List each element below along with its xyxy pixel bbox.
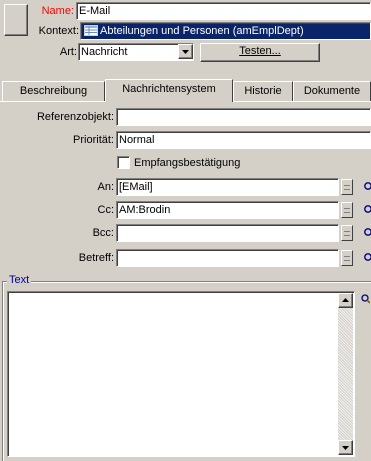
text-search-icon[interactable] xyxy=(360,293,371,305)
betreff-spin-button[interactable] xyxy=(341,250,353,266)
kontext-field[interactable]: Abteilungen und Personen (amEmplDept) xyxy=(80,22,371,40)
tab-label: Beschreibung xyxy=(19,85,88,97)
kontext-value: Abteilungen und Personen (amEmplDept) xyxy=(100,25,304,37)
bcc-search-icon[interactable] xyxy=(362,227,371,239)
prioritaet-field[interactable]: Normal xyxy=(116,131,371,149)
kontext-label: Kontext: xyxy=(38,25,79,37)
text-area[interactable] xyxy=(7,291,355,457)
betreff-field[interactable] xyxy=(116,249,339,267)
empfang-checkbox[interactable] xyxy=(117,156,130,169)
bcc-label: Bcc: xyxy=(92,227,114,239)
cc-field[interactable]: AM:Brodin xyxy=(116,201,339,219)
cc-label: Cc: xyxy=(97,204,115,216)
scroll-down-button[interactable] xyxy=(338,440,353,455)
name-label: Name: xyxy=(41,5,74,17)
an-spin-button[interactable] xyxy=(341,179,353,195)
tab-dokumente[interactable]: Dokumente xyxy=(293,81,371,101)
tab-label: Historie xyxy=(244,85,282,97)
table-icon xyxy=(84,25,98,36)
tab-beschreibung[interactable]: Beschreibung xyxy=(2,81,105,101)
name-field[interactable]: E-Mail xyxy=(76,2,371,20)
test-button[interactable]: Testen... xyxy=(200,43,320,62)
betreff-label: Betreff: xyxy=(78,252,114,264)
bcc-field[interactable] xyxy=(116,224,339,242)
cc-spin-button[interactable] xyxy=(341,202,353,218)
text-scrollbar[interactable] xyxy=(338,293,353,455)
text-group-label: Text xyxy=(7,273,32,287)
art-select[interactable]: Nachricht xyxy=(78,43,194,61)
tab-label: Dokumente xyxy=(303,85,361,97)
tab-nachrichtensystem[interactable]: Nachrichtensystem xyxy=(105,79,233,102)
chevron-down-icon[interactable] xyxy=(178,44,193,59)
an-field[interactable]: [EMail] xyxy=(116,178,339,196)
cc-search-icon[interactable] xyxy=(362,204,371,216)
test-button-label: Testen... xyxy=(239,45,281,57)
scroll-up-button[interactable] xyxy=(338,293,353,308)
empfang-label: Empfangsbestätigung xyxy=(134,157,241,169)
bcc-spin-button[interactable] xyxy=(341,225,353,241)
referenzobjekt-field[interactable] xyxy=(116,108,371,126)
record-icon-box xyxy=(4,4,28,36)
tab-historie[interactable]: Historie xyxy=(233,81,293,101)
an-search-icon[interactable] xyxy=(362,181,371,193)
referenzobjekt-label: Referenzobjekt: xyxy=(36,111,114,123)
art-value: Nachricht xyxy=(81,46,128,58)
prioritaet-label: Priorität: xyxy=(73,134,114,146)
tab-label: Nachrichtensystem xyxy=(122,83,216,95)
an-label: An: xyxy=(97,181,114,193)
betreff-search-icon[interactable] xyxy=(362,252,371,264)
art-label: Art: xyxy=(59,46,77,58)
